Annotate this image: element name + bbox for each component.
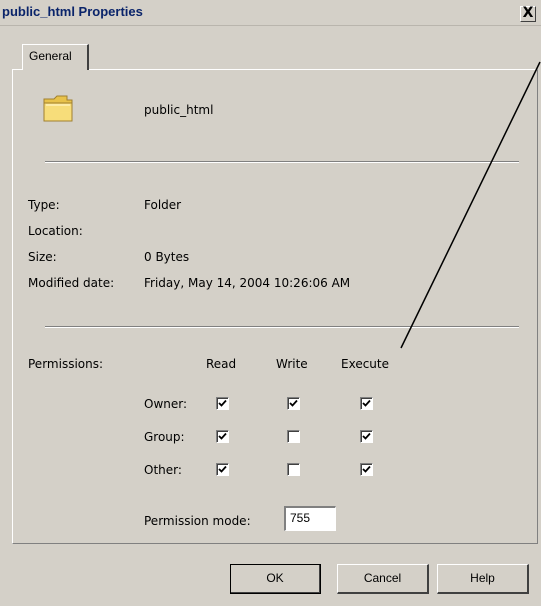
other-label: Other: (144, 463, 182, 477)
permission-mode-label: Permission mode: (144, 514, 251, 528)
group-label: Group: (144, 430, 185, 444)
location-label: Location: (28, 224, 83, 238)
modified-value: Friday, May 14, 2004 10:26:06 AM (144, 276, 351, 290)
properties-dialog: public_html Properties X General public_… (0, 0, 541, 606)
tab-general[interactable]: General (22, 44, 89, 70)
checkbox-other-execute[interactable] (360, 463, 373, 476)
column-write: Write (276, 357, 308, 371)
checkbox-owner-write[interactable] (287, 397, 300, 410)
permission-mode-input[interactable]: 755 (284, 506, 336, 531)
checkbox-group-read[interactable] (216, 430, 229, 443)
type-label: Type: (28, 198, 60, 212)
separator-bottom (45, 326, 519, 328)
size-value: 0 Bytes (144, 250, 190, 264)
close-button[interactable]: X (520, 6, 536, 22)
cancel-button[interactable]: Cancel (337, 564, 429, 594)
size-label: Size: (28, 250, 57, 264)
title-bar[interactable]: public_html Properties X (0, 0, 541, 26)
ok-button[interactable]: OK (230, 564, 321, 594)
checkbox-owner-read[interactable] (216, 397, 229, 410)
checkbox-owner-execute[interactable] (360, 397, 373, 410)
folder-icon (43, 95, 73, 122)
type-value: Folder (144, 198, 182, 212)
column-execute: Execute (341, 357, 389, 371)
column-read: Read (206, 357, 237, 371)
owner-label: Owner: (144, 397, 188, 411)
modified-label: Modified date: (28, 276, 115, 290)
checkbox-other-write[interactable] (287, 463, 300, 476)
general-tab-panel (12, 69, 538, 544)
folder-name: public_html (144, 103, 214, 117)
checkbox-group-write[interactable] (287, 430, 300, 443)
checkbox-group-execute[interactable] (360, 430, 373, 443)
window-title: public_html Properties (2, 4, 143, 19)
checkbox-other-read[interactable] (216, 463, 229, 476)
tab-general-label: General (29, 49, 72, 63)
permissions-label: Permissions: (28, 357, 104, 371)
separator-top (45, 161, 519, 163)
help-button[interactable]: Help (437, 564, 529, 594)
